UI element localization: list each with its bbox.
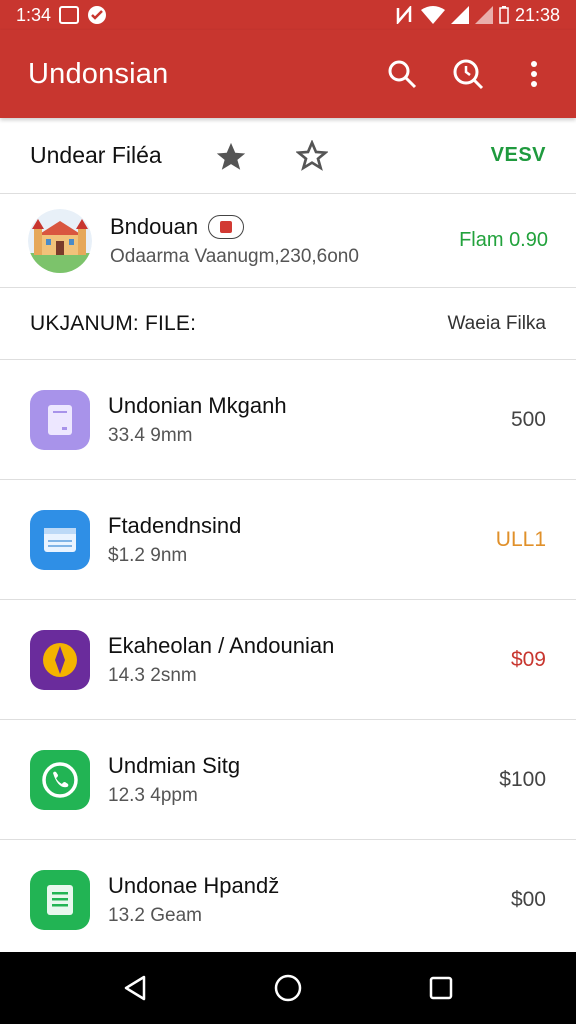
app-bar: Undonsian xyxy=(0,30,576,118)
window-icon xyxy=(30,509,90,570)
list-item[interactable]: Ftadendnsind $1.2 9nm ULL1 xyxy=(0,480,576,600)
back-icon[interactable] xyxy=(122,974,148,1002)
list-item[interactable]: Undonian Mkganh 33.4 9mm 500 xyxy=(0,360,576,480)
item-text: Ftadendnsind $1.2 9nm xyxy=(108,513,241,567)
phone-icon xyxy=(30,749,90,810)
signal-icon-2 xyxy=(474,6,493,24)
sub-header-title: UKJANUM: FILE: xyxy=(30,311,197,335)
sub-header-link[interactable]: Waeia Filka xyxy=(447,313,546,335)
item-title: Ekaheolan / Andounian xyxy=(108,632,335,658)
signal-icon xyxy=(450,6,469,24)
notification-icon xyxy=(59,6,80,24)
item-value: ULL1 xyxy=(495,527,546,551)
featured-title-row: Bndouan xyxy=(110,214,359,240)
featured-item[interactable]: Bndouan Odaarma Vaanugm,230,6on0 Flam 0.… xyxy=(0,194,576,288)
app-actions xyxy=(384,56,552,92)
item-title: Ftadendnsind xyxy=(108,512,242,538)
item-subtitle: 12.3 4ppm xyxy=(108,784,198,806)
item-subtitle: 14.3 2snm xyxy=(108,664,197,686)
item-value: $100 xyxy=(499,767,546,791)
item-text: Ekaheolan / Andounian 14.3 2snm xyxy=(108,633,334,687)
status-time-right: 21:38 xyxy=(514,4,560,25)
featured-title: Bndouan xyxy=(110,213,199,239)
status-right: 21:38 xyxy=(395,5,560,26)
star-filled-icon[interactable] xyxy=(214,140,248,174)
history-search-button[interactable] xyxy=(450,56,486,92)
section-title: Undear Filéa xyxy=(30,142,162,168)
status-bar: 1:34 21:38 xyxy=(0,0,576,30)
app-title: Undonsian xyxy=(28,57,169,90)
status-time-left: 1:34 xyxy=(16,4,52,25)
star-group xyxy=(214,140,328,174)
featured-thumbnail xyxy=(28,208,92,273)
flag-badge-icon xyxy=(208,214,245,239)
nfc-icon xyxy=(396,6,412,24)
item-title: Undonian Mkganh xyxy=(108,392,287,418)
item-text: Undmian Sitg 12.3 4ppm xyxy=(108,753,240,807)
item-subtitle: 13.2 Geam xyxy=(108,904,202,926)
home-icon[interactable] xyxy=(273,973,303,1003)
item-text: Undonae Hpandž 13.2 Geam xyxy=(108,873,279,927)
sub-header: UKJANUM: FILE: Waeia Filka xyxy=(0,288,576,360)
featured-subtitle: Odaarma Vaanugm,230,6on0 xyxy=(110,245,359,267)
view-button[interactable]: VESV xyxy=(491,144,546,167)
section-header: Undear Filéa VESV xyxy=(0,118,576,194)
list-item[interactable]: Undmian Sitg 12.3 4ppm $100 xyxy=(0,720,576,840)
featured-value: Flam 0.90 xyxy=(459,229,548,251)
item-subtitle: 33.4 9mm xyxy=(108,424,193,446)
history-search-icon xyxy=(453,59,484,90)
wifi-icon xyxy=(420,6,445,24)
file-list: Undonian Mkganh 33.4 9mm 500 Ftadendnsin… xyxy=(0,360,576,960)
item-value: $00 xyxy=(510,887,546,911)
navigation-bar xyxy=(0,952,576,1024)
notes-icon xyxy=(30,389,90,450)
star-outline-icon[interactable] xyxy=(296,140,328,172)
item-value: $09 xyxy=(510,647,546,671)
palace-icon xyxy=(28,208,92,273)
more-vert-icon xyxy=(531,61,537,87)
list-item[interactable]: Ekaheolan / Andounian 14.3 2snm $09 xyxy=(0,600,576,720)
item-value: 500 xyxy=(510,407,546,431)
status-left: 1:34 xyxy=(16,5,107,26)
item-title: Undonae Hpandž xyxy=(108,872,280,898)
featured-text: Bndouan Odaarma Vaanugm,230,6on0 xyxy=(110,214,359,268)
compass-icon xyxy=(30,629,90,690)
more-options-button[interactable] xyxy=(516,56,552,92)
item-subtitle: $1.2 9nm xyxy=(108,544,188,566)
battery-icon xyxy=(499,6,509,24)
check-notification-icon xyxy=(88,6,107,24)
list-item[interactable]: Undonae Hpandž 13.2 Geam $00 xyxy=(0,840,576,960)
search-icon xyxy=(388,60,417,89)
search-button[interactable] xyxy=(384,56,420,92)
document-icon xyxy=(30,869,90,930)
item-text: Undonian Mkganh 33.4 9mm xyxy=(108,393,287,447)
item-title: Undmian Sitg xyxy=(108,752,241,778)
recents-icon[interactable] xyxy=(428,975,454,1001)
